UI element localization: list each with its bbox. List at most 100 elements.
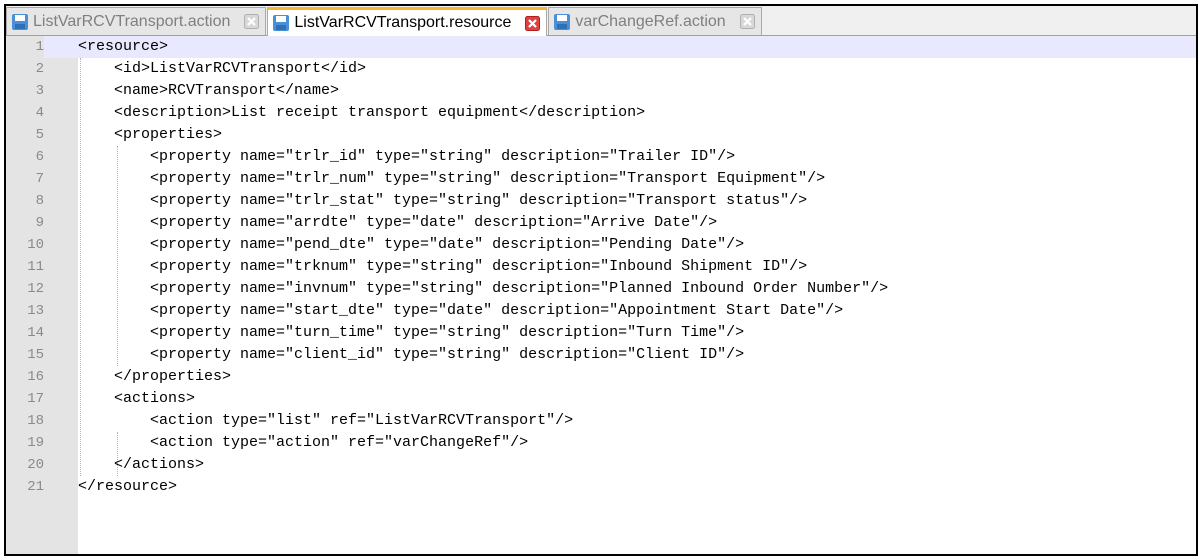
fold-margin — [44, 146, 78, 168]
code-line[interactable]: 6 <property name="trlr_id" type="string"… — [6, 146, 1196, 168]
code-text[interactable]: <property name="start_dte" type="date" d… — [78, 300, 843, 322]
file-icon — [553, 13, 571, 31]
code-text[interactable]: <resource> — [78, 36, 168, 58]
fold-margin — [44, 476, 78, 498]
tab-label: ListVarRCVTransport.resource — [294, 14, 512, 31]
code-line[interactable]: 17 <actions> — [6, 388, 1196, 410]
tab-varchangeref-action[interactable]: varChangeRef.action — [548, 7, 762, 35]
code-text[interactable]: <property name="turn_time" type="string"… — [78, 322, 744, 344]
code-line[interactable]: 20 </actions> — [6, 454, 1196, 476]
fold-margin — [44, 58, 78, 80]
fold-margin — [44, 190, 78, 212]
tab-bar: ListVarRCVTransport.action ListVarRCVTra… — [6, 6, 1196, 36]
code-text[interactable]: <property name="trlr_num" type="string" … — [78, 168, 825, 190]
line-number: 6 — [35, 149, 44, 165]
tab-label: varChangeRef.action — [575, 12, 726, 30]
code-text[interactable]: <description>List receipt transport equi… — [78, 102, 645, 124]
code-lines[interactable]: 1 <resource> 2 <id>ListVarRCVTransport</id… — [6, 36, 1196, 498]
code-line[interactable]: 1 <resource> — [6, 36, 1196, 58]
line-number: 1 — [6, 36, 44, 58]
close-icon[interactable] — [739, 14, 755, 29]
line-number: 4 — [35, 105, 44, 121]
line-number: 14 — [27, 325, 44, 341]
fold-margin — [44, 80, 78, 102]
line-number: 9 — [35, 215, 44, 231]
line-number: 20 — [27, 457, 44, 473]
code-line[interactable]: 3 <name>RCVTransport</name> — [6, 80, 1196, 102]
code-text[interactable]: <id>ListVarRCVTransport</id> — [78, 58, 366, 80]
close-icon[interactable] — [244, 14, 260, 29]
line-number: 12 — [27, 281, 44, 297]
fold-margin — [44, 212, 78, 234]
code-text[interactable]: <property name="pend_dte" type="date" de… — [78, 234, 744, 256]
code-line[interactable]: 16 </properties> — [6, 366, 1196, 388]
line-number: 2 — [35, 61, 44, 77]
fold-margin — [44, 410, 78, 432]
code-text[interactable]: <action type="list" ref="ListVarRCVTrans… — [78, 410, 573, 432]
code-line[interactable]: 5 <properties> — [6, 124, 1196, 146]
code-line[interactable]: 11 <property name="trknum" type="string"… — [6, 256, 1196, 278]
line-number: 18 — [27, 413, 44, 429]
code-text[interactable]: </properties> — [78, 366, 231, 388]
editor-window: ListVarRCVTransport.action ListVarRCVTra… — [4, 4, 1198, 556]
code-line[interactable]: 7 <property name="trlr_num" type="string… — [6, 168, 1196, 190]
code-line[interactable]: 8 <property name="trlr_stat" type="strin… — [6, 190, 1196, 212]
fold-margin — [44, 36, 78, 58]
fold-margin — [44, 432, 78, 454]
code-line[interactable]: 19 <action type="action" ref="varChangeR… — [6, 432, 1196, 454]
code-line[interactable]: 4 <description>List receipt transport eq… — [6, 102, 1196, 124]
code-text[interactable]: <property name="trlr_stat" type="string"… — [78, 190, 807, 212]
code-line[interactable]: 14 <property name="turn_time" type="stri… — [6, 322, 1196, 344]
code-line[interactable]: 21 </resource> — [6, 476, 1196, 498]
fold-margin — [44, 102, 78, 124]
code-line[interactable]: 18 <action type="list" ref="ListVarRCVTr… — [6, 410, 1196, 432]
code-text[interactable]: <property name="arrdte" type="date" desc… — [78, 212, 717, 234]
line-number: 3 — [35, 83, 44, 99]
code-line[interactable]: 15 <property name="client_id" type="stri… — [6, 344, 1196, 366]
close-icon[interactable] — [525, 15, 541, 31]
code-text[interactable]: <property name="trknum" type="string" de… — [78, 256, 807, 278]
line-number: 13 — [27, 303, 44, 319]
code-text[interactable]: <actions> — [78, 388, 195, 410]
tab-listvarrcvtransport-resource[interactable]: ListVarRCVTransport.resource — [267, 7, 548, 36]
code-editor[interactable]: 1 <resource> 2 <id>ListVarRCVTransport</id… — [6, 36, 1196, 554]
code-text[interactable]: </actions> — [78, 454, 204, 476]
fold-margin — [44, 278, 78, 300]
line-number: 11 — [27, 259, 44, 275]
file-icon — [272, 14, 290, 32]
code-text[interactable]: <property name="trlr_id" type="string" d… — [78, 146, 735, 168]
code-text[interactable]: <properties> — [78, 124, 222, 146]
fold-margin — [44, 300, 78, 322]
code-text[interactable]: </resource> — [78, 476, 177, 498]
code-line[interactable]: 2 <id>ListVarRCVTransport</id> — [6, 58, 1196, 80]
fold-margin — [44, 234, 78, 256]
fold-margin — [44, 344, 78, 366]
fold-margin — [44, 256, 78, 278]
code-line[interactable]: 10 <property name="pend_dte" type="date"… — [6, 234, 1196, 256]
line-number: 5 — [35, 127, 44, 143]
file-icon — [11, 13, 29, 31]
fold-margin — [44, 168, 78, 190]
code-text[interactable]: <name>RCVTransport</name> — [78, 80, 339, 102]
tab-label: ListVarRCVTransport.action — [33, 12, 231, 30]
fold-margin — [44, 366, 78, 388]
code-text[interactable]: <action type="action" ref="varChangeRef"… — [78, 432, 528, 454]
fold-margin — [44, 454, 78, 476]
fold-margin — [44, 322, 78, 344]
code-line[interactable]: 12 <property name="invnum" type="string"… — [6, 278, 1196, 300]
code-text[interactable]: <property name="invnum" type="string" de… — [78, 278, 888, 300]
fold-margin — [44, 124, 78, 146]
line-number: 16 — [27, 369, 44, 385]
line-number: 8 — [35, 193, 44, 209]
line-number: 15 — [27, 347, 44, 363]
code-line[interactable]: 13 <property name="start_dte" type="date… — [6, 300, 1196, 322]
line-number: 17 — [27, 391, 44, 407]
line-number: 21 — [27, 479, 44, 495]
code-line[interactable]: 9 <property name="arrdte" type="date" de… — [6, 212, 1196, 234]
code-text[interactable]: <property name="client_id" type="string"… — [78, 344, 744, 366]
line-number: 10 — [27, 237, 44, 253]
line-number: 19 — [27, 435, 44, 451]
tab-listvarrcvtransport-action[interactable]: ListVarRCVTransport.action — [6, 7, 267, 35]
fold-margin — [44, 388, 78, 410]
line-number: 7 — [35, 171, 44, 187]
